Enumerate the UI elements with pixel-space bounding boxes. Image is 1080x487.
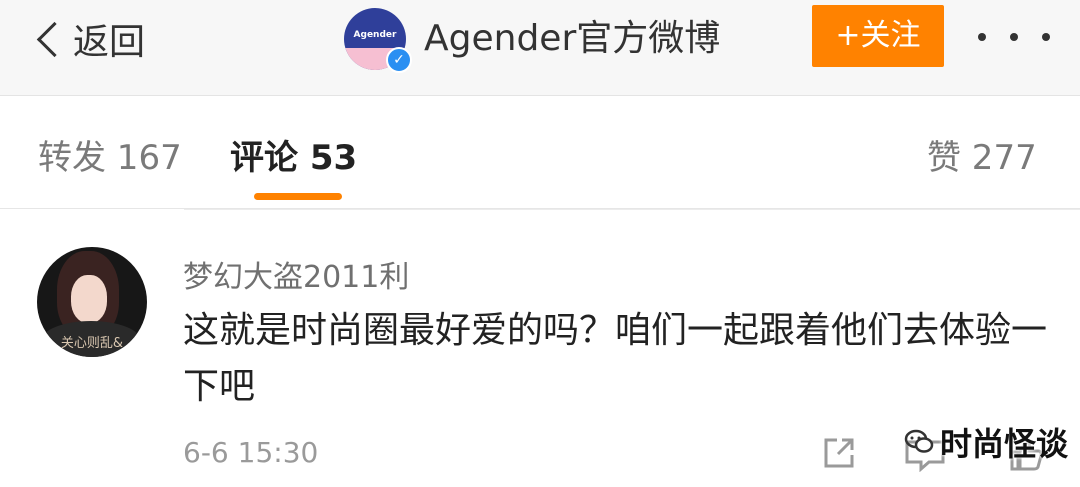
back-label: 返回 [73,22,146,63]
watermark-label: 时尚怪谈 [940,425,1069,463]
comment-timestamp: 6-6 15:30 [183,436,319,469]
more-dot [1010,33,1018,41]
active-tab-indicator [254,193,342,200]
comment-text: 这就是时尚圈最好爱的吗？咱们一起跟着他们去体验一下吧 [183,310,1048,407]
watermark: 时尚怪谈 [904,422,1069,463]
account-avatar-brand: Agender [353,30,397,40]
navigation-bar: 返回 Agender ✓ Agender官方微博 +关注 [0,0,1080,96]
tab-comments[interactable]: 评论 53 [230,130,357,179]
wechat-icon [904,429,934,453]
tab-likes[interactable]: 赞 277 [927,130,1037,179]
account-name[interactable]: Agender官方微博 [424,14,720,64]
more-icon[interactable] [978,22,1050,52]
more-dot [978,33,986,41]
tab-reposts[interactable]: 转发 167 [38,130,182,179]
follow-button[interactable]: +关注 [812,5,944,67]
chevron-left-icon [36,21,73,57]
verified-icon: ✓ [386,47,412,73]
commenter-name[interactable]: 梦幻大盗2011利 [183,252,409,296]
avatar-face [71,275,107,323]
share-icon[interactable] [822,436,856,470]
commenter-avatar[interactable]: 关心则乱& [37,247,147,357]
divider [184,209,1080,210]
avatar-caption: 关心则乱& [60,336,124,351]
tab-bar: 转发 167 评论 53 赞 277 [0,96,1080,209]
more-dot [1042,33,1050,41]
back-button[interactable]: 返回 [30,14,145,64]
